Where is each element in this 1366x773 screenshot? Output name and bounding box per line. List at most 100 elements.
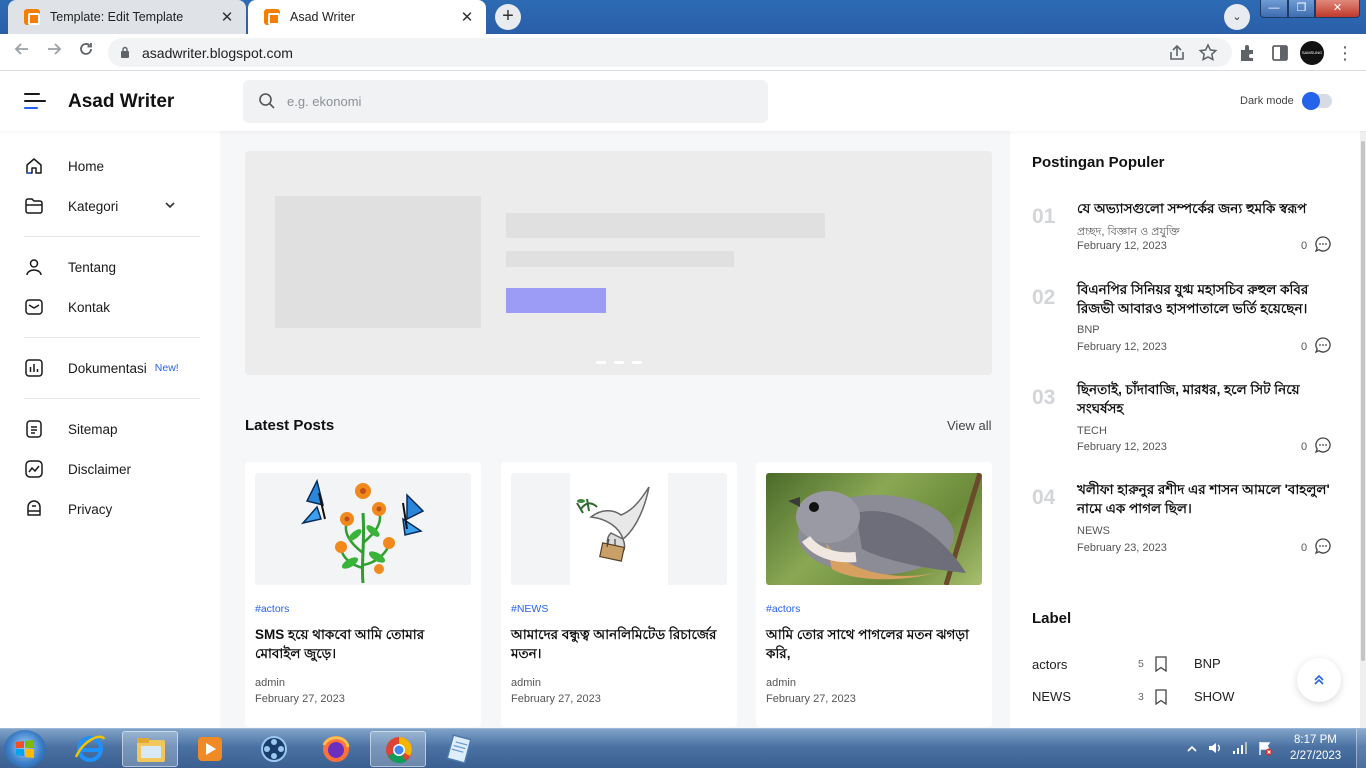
popular-post-category[interactable]: TECH [1077, 425, 1107, 437]
window-maximize-button[interactable]: ❐ [1288, 0, 1315, 18]
comment-icon[interactable] [1314, 336, 1332, 354]
post-tag[interactable]: #NEWS [511, 603, 548, 615]
network-signal-icon[interactable] [1232, 740, 1248, 756]
new-badge: New! [154, 362, 179, 374]
sidebar-item-kontak[interactable]: Kontak [24, 292, 204, 322]
reload-icon[interactable] [74, 41, 98, 65]
sidebar-item-disclaimer[interactable]: Disclaimer [24, 454, 204, 484]
post-card[interactable]: #actors আমি তোর সাথে পাগলের মতন ঝগড়া কর… [756, 462, 992, 727]
dark-mode-toggle[interactable] [1302, 92, 1332, 110]
extensions-puzzle-icon[interactable] [1237, 42, 1259, 64]
tab-template-edit[interactable]: Template: Edit Template ✕ [8, 0, 246, 34]
popular-post-title[interactable]: যে অভ্যাসগুলো সম্পর্কের জন্য হুমকি স্বরূ… [1077, 199, 1335, 218]
tray-overflow-icon[interactable] [1186, 743, 1198, 755]
notepad-icon[interactable] [432, 731, 488, 767]
search-icon [259, 93, 275, 109]
post-card[interactable]: #NEWS আমাদের বন্ধুত্ব আনলিমিটেড রিচার্জে… [501, 462, 737, 727]
firefox-icon[interactable] [308, 731, 364, 767]
start-button[interactable] [4, 730, 46, 768]
post-title[interactable]: আমাদের বন্ধুত্ব আনলিমিটেড রিচার্জের মতন। [511, 625, 721, 663]
post-title[interactable]: SMS হয়ে থাকবো আমি তোমার মোবাইল জুড়ে। [255, 625, 465, 663]
sidebar-item-home[interactable]: Home [24, 151, 204, 181]
popular-post-category[interactable]: BNP [1077, 324, 1100, 336]
comment-icon[interactable] [1314, 235, 1332, 253]
film-reel-icon[interactable] [246, 731, 302, 767]
post-title[interactable]: আমি তোর সাথে পাগলের মতন ঝগড়া করি, [766, 625, 976, 663]
popular-post-title[interactable]: বিএনপির সিনিয়র যুগ্ম মহাসচিব রুহুল কবির… [1077, 280, 1335, 318]
close-tab-icon[interactable]: ✕ [458, 8, 476, 26]
sidebar-divider [24, 337, 200, 338]
sidebar-item-label: Home [68, 158, 105, 174]
window-minimize-button[interactable]: — [1260, 0, 1288, 18]
tab-search-chevron-icon[interactable]: ⌄ [1224, 4, 1250, 30]
close-tab-icon[interactable]: ✕ [218, 8, 236, 26]
sidebar-item-dokumentasi[interactable]: Dokumentasi New! [24, 353, 204, 383]
popular-post-title[interactable]: খলীফা হারুনুর রশীদ এর শাসন আমলে 'বাহলুল'… [1077, 480, 1335, 518]
post-thumbnail-bird[interactable] [766, 473, 982, 585]
ie-icon[interactable] [62, 731, 118, 767]
hero-slider-placeholder[interactable] [245, 151, 992, 375]
post-thumbnail-dove[interactable] [511, 473, 727, 585]
new-tab-button[interactable]: + [495, 4, 521, 30]
page-scrollbar-thumb[interactable] [1361, 141, 1365, 661]
media-player-icon[interactable] [182, 731, 238, 767]
sidebar-item-privacy[interactable]: Privacy [24, 494, 204, 524]
sidebar-item-sitemap[interactable]: Sitemap [24, 414, 204, 444]
popular-posts-heading: Postingan Populer [1032, 154, 1165, 171]
address-bar[interactable]: asadwriter.blogspot.com [108, 38, 1232, 67]
window-close-button[interactable]: ✕ [1315, 0, 1360, 18]
comment-icon[interactable] [1314, 436, 1332, 454]
slider-dot[interactable] [614, 361, 624, 364]
popular-post-item[interactable]: 02 বিএনপির সিনিয়র যুগ্ম মহাসচিব রুহুল ক… [1032, 280, 1332, 360]
action-center-flag-icon[interactable] [1257, 740, 1273, 756]
label-link[interactable]: NEWS [1032, 689, 1071, 704]
sidebar-item-kategori[interactable]: Kategori [24, 191, 204, 221]
view-all-link[interactable]: View all [947, 418, 992, 433]
bookmark-star-icon[interactable] [1197, 42, 1219, 64]
explorer-icon[interactable] [122, 731, 178, 767]
browser-menu-icon[interactable]: ⋮ [1333, 41, 1357, 65]
hero-title-skeleton [506, 213, 825, 238]
label-link[interactable]: SHOW [1194, 689, 1234, 704]
post-card[interactable]: #actors SMS হয়ে থাকবো আমি তোমার মোবাইল … [245, 462, 481, 727]
site-brand[interactable]: Asad Writer [68, 91, 174, 113]
forward-arrow-icon[interactable] [42, 41, 66, 65]
post-thumbnail-butterflies[interactable] [255, 473, 471, 585]
slider-dot[interactable] [632, 361, 642, 364]
tab-asad-writer[interactable]: Asad Writer ✕ [248, 0, 486, 34]
sidebar-item-tentang[interactable]: Tentang [24, 252, 204, 282]
slider-dot[interactable] [596, 361, 606, 364]
scroll-to-top-button[interactable] [1297, 658, 1341, 702]
hamburger-menu-icon[interactable] [24, 93, 46, 109]
popular-post-date: February 12, 2023 [1077, 240, 1167, 252]
popular-post-item[interactable]: 04 খলীফা হারুনুর রশীদ এর শাসন আমলে 'বাহল… [1032, 480, 1332, 560]
popular-post-title[interactable]: ছিনতাই, চাঁদাবাজি, মারধর, হলে সিট নিয়ে … [1077, 380, 1335, 418]
popular-post-item[interactable]: 01 যে অভ্যাসগুলো সম্পর্কের জন্য হুমকি স্… [1032, 199, 1332, 269]
comment-icon[interactable] [1314, 537, 1332, 555]
post-tag[interactable]: #actors [255, 603, 289, 615]
hero-button-skeleton[interactable] [506, 288, 606, 313]
popular-post-category[interactable]: NEWS [1077, 525, 1110, 537]
volume-icon[interactable] [1207, 740, 1223, 756]
clock-time[interactable]: 8:17 PM [1294, 734, 1337, 746]
show-desktop-button[interactable] [1356, 729, 1366, 769]
clock-date[interactable]: 2/27/2023 [1290, 750, 1341, 762]
chevron-down-icon[interactable] [164, 199, 176, 211]
label-link[interactable]: actors [1032, 657, 1067, 672]
sidebar-item-label: Kategori [68, 198, 119, 214]
sidebar-item-label: Dokumentasi [68, 360, 147, 376]
post-tag[interactable]: #actors [766, 603, 800, 615]
label-link[interactable]: BNP [1194, 656, 1221, 671]
back-arrow-icon[interactable] [10, 41, 34, 65]
chrome-icon[interactable] [370, 731, 426, 767]
post-author: admin [511, 677, 541, 689]
popular-post-item[interactable]: 03 ছিনতাই, চাঁদাবাজি, মারধর, হলে সিট নিয… [1032, 380, 1332, 460]
browser-toolbar: asadwriter.blogspot.com SAMSUNG ⋮ [0, 34, 1366, 71]
share-icon[interactable] [1166, 42, 1188, 64]
windows-taskbar: 8:17 PM 2/27/2023 [0, 728, 1366, 769]
side-panel-icon[interactable] [1269, 42, 1291, 64]
browser-tab-strip: Template: Edit Template ✕ Asad Writer ✕ … [0, 0, 1366, 34]
search-box[interactable] [243, 80, 768, 123]
profile-avatar[interactable]: SAMSUNG [1300, 41, 1324, 65]
search-input[interactable] [287, 80, 747, 123]
